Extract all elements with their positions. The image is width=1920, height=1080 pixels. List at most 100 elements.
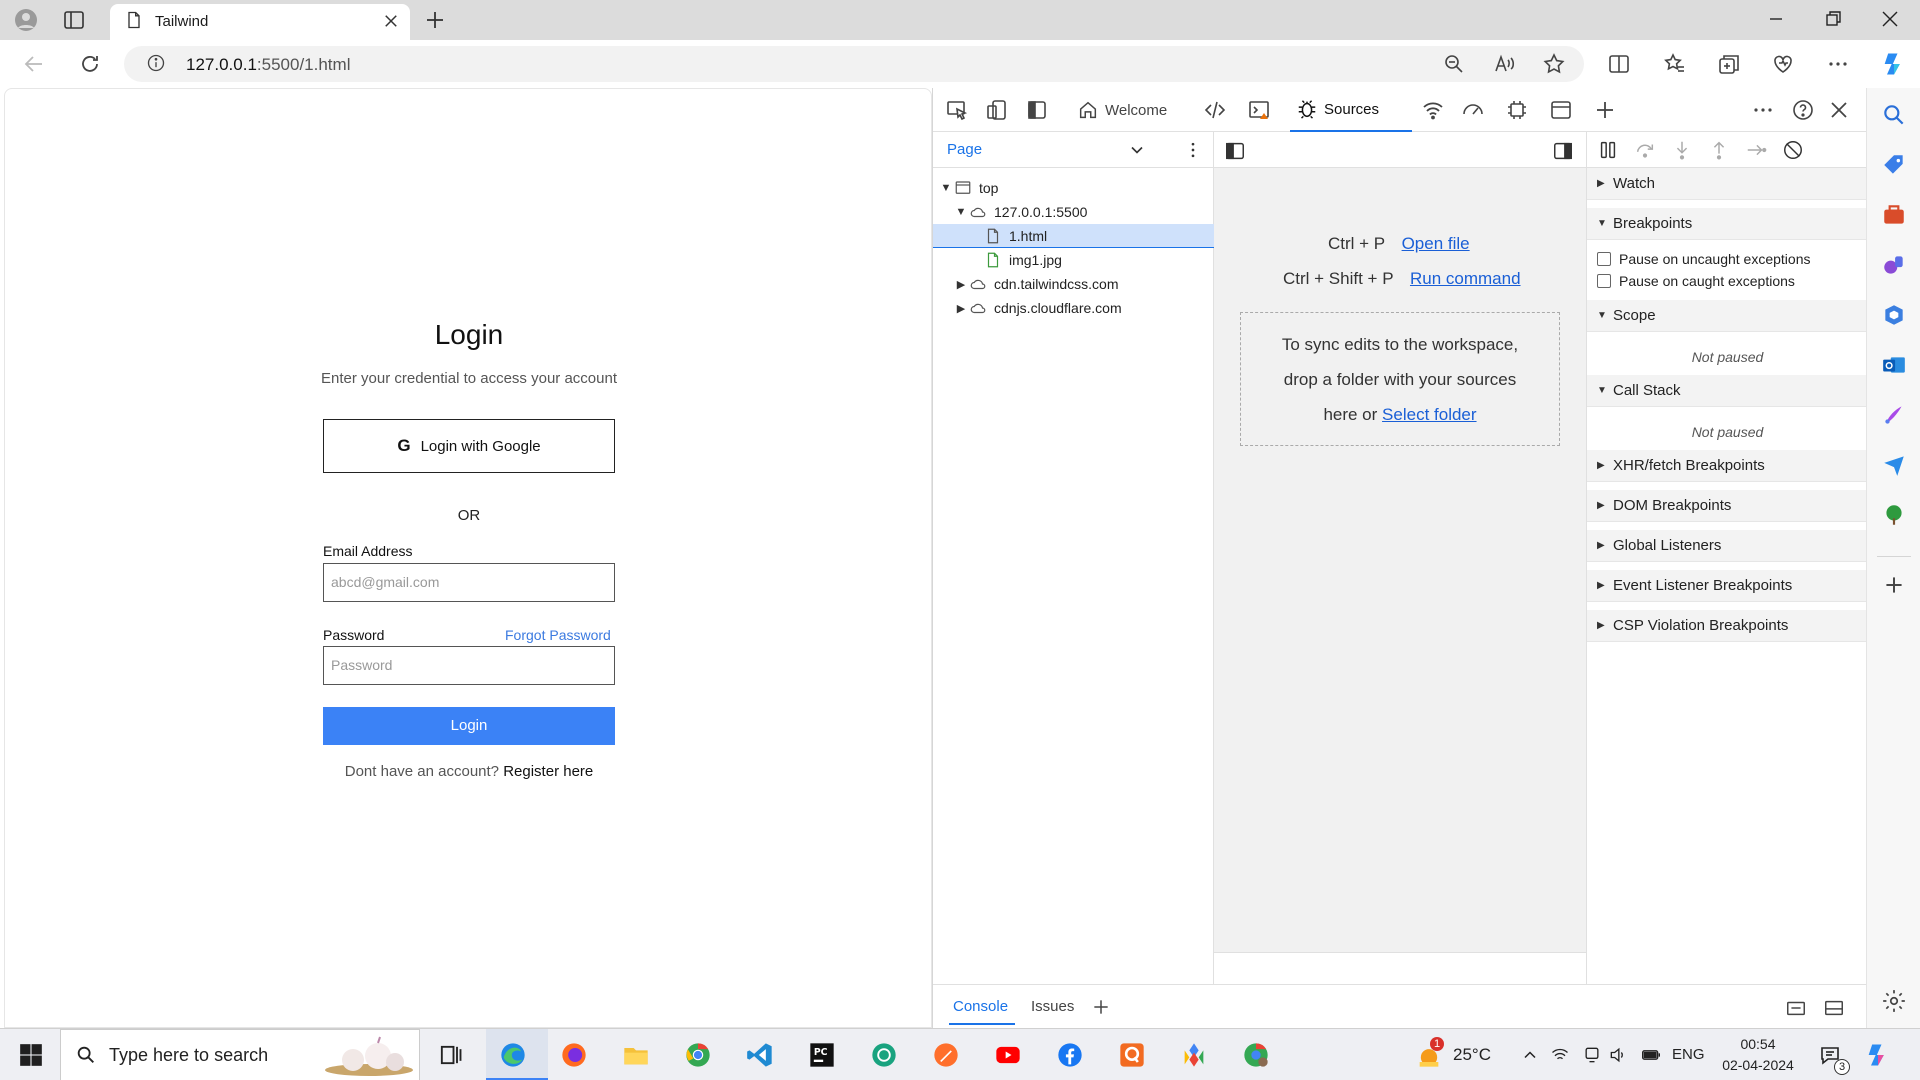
dock-side-icon[interactable] bbox=[1025, 98, 1049, 122]
register-link[interactable]: Register here bbox=[503, 763, 593, 780]
expand-right-icon[interactable]: ▶ bbox=[954, 302, 968, 315]
microsoft-365-icon[interactable] bbox=[1881, 302, 1907, 328]
close-devtools-icon[interactable] bbox=[1827, 98, 1851, 122]
step-over-icon[interactable] bbox=[1634, 139, 1656, 161]
xhr-breakpoints-section[interactable]: ▶ XHR/fetch Breakpoints bbox=[1587, 450, 1868, 482]
designer-icon[interactable] bbox=[1881, 402, 1907, 428]
task-view-icon[interactable] bbox=[436, 1041, 464, 1069]
breakpoints-section[interactable]: ▼ Breakpoints bbox=[1587, 208, 1868, 240]
chrome-profile-icon[interactable] bbox=[1242, 1041, 1270, 1069]
expand-down-icon[interactable]: ▼ bbox=[954, 206, 968, 218]
more-tools-plus-icon[interactable] bbox=[1593, 98, 1617, 122]
tab-sources[interactable]: Sources bbox=[1290, 88, 1412, 132]
toggle-debugger-icon[interactable] bbox=[1552, 140, 1574, 162]
forgot-password-link[interactable]: Forgot Password bbox=[505, 627, 611, 643]
tab-actions-icon[interactable] bbox=[62, 8, 86, 32]
step-out-icon[interactable] bbox=[1708, 139, 1730, 161]
taskbar-search-box[interactable]: Type here to search bbox=[60, 1029, 420, 1080]
login-button[interactable]: Login bbox=[323, 707, 615, 745]
tools-icon[interactable] bbox=[1881, 202, 1907, 228]
tree-item[interactable]: ▼ top bbox=[933, 176, 1214, 200]
clock[interactable]: 00:54 02-04-2024 bbox=[1716, 1034, 1800, 1076]
pause-uncaught-option[interactable]: Pause on uncaught exceptions bbox=[1597, 251, 1810, 267]
chrome-icon[interactable] bbox=[684, 1041, 712, 1069]
pause-caught-option[interactable]: Pause on caught exceptions bbox=[1597, 273, 1795, 289]
event-listener-breakpoints-section[interactable]: ▶ Event Listener Breakpoints bbox=[1587, 570, 1868, 602]
device-icon[interactable] bbox=[1582, 1045, 1602, 1065]
favorites-icon[interactable] bbox=[1663, 52, 1687, 76]
tree-item[interactable]: 1.html bbox=[933, 224, 1214, 248]
deactivate-breakpoints-icon[interactable] bbox=[1782, 139, 1804, 161]
watch-section[interactable]: ▶ Watch bbox=[1587, 168, 1868, 200]
site-info-icon[interactable] bbox=[146, 53, 166, 73]
chevron-up-icon[interactable] bbox=[1520, 1045, 1540, 1065]
tree-item[interactable]: ▶ cdn.tailwindcss.com bbox=[933, 272, 1214, 296]
close-window-icon[interactable] bbox=[1878, 7, 1902, 31]
google-login-button[interactable]: G Login with Google bbox=[323, 419, 615, 473]
pause-caught-checkbox[interactable] bbox=[1597, 274, 1611, 288]
facebook-icon[interactable] bbox=[1056, 1041, 1084, 1069]
expand-down-icon[interactable]: ▼ bbox=[939, 182, 953, 194]
firefox-icon[interactable] bbox=[560, 1041, 588, 1069]
new-tab-icon[interactable] bbox=[423, 8, 447, 32]
sidebar-settings-gear-icon[interactable] bbox=[1881, 988, 1907, 1014]
youtube-icon[interactable] bbox=[994, 1041, 1022, 1069]
scope-section[interactable]: ▼ Scope bbox=[1587, 300, 1868, 332]
performance-tab-icon[interactable] bbox=[1461, 98, 1485, 122]
wifi-icon[interactable] bbox=[1550, 1045, 1570, 1065]
workspace-drop-zone[interactable]: To sync edits to the workspace, drop a f… bbox=[1240, 312, 1560, 446]
copilot-taskbar-icon[interactable] bbox=[1864, 1041, 1892, 1069]
collections-icon[interactable] bbox=[1717, 52, 1741, 76]
elements-tab-icon[interactable] bbox=[1203, 98, 1227, 122]
tree-item[interactable]: ▼ 127.0.0.1:5500 bbox=[933, 200, 1214, 224]
step-into-icon[interactable] bbox=[1671, 139, 1693, 161]
call-stack-section[interactable]: ▼ Call Stack bbox=[1587, 375, 1868, 407]
minimize-icon[interactable] bbox=[1764, 7, 1788, 31]
select-folder-link[interactable]: Select folder bbox=[1382, 405, 1477, 424]
navigator-page-tab[interactable]: Page bbox=[947, 141, 982, 158]
refresh-icon[interactable] bbox=[78, 52, 102, 76]
tree-item[interactable]: ▶ cdnjs.cloudflare.com bbox=[933, 296, 1214, 320]
drawer-tab-console[interactable]: Console bbox=[953, 998, 1008, 1015]
games-icon[interactable] bbox=[1881, 252, 1907, 278]
profile-icon[interactable] bbox=[14, 8, 38, 32]
drop-icon[interactable] bbox=[1881, 452, 1907, 478]
csp-violation-breakpoints-section[interactable]: ▶ CSP Violation Breakpoints bbox=[1587, 610, 1868, 642]
vscode-icon[interactable] bbox=[746, 1041, 774, 1069]
edge-browser-icon[interactable] bbox=[499, 1041, 527, 1069]
pause-uncaught-checkbox[interactable] bbox=[1597, 252, 1611, 266]
zoom-icon[interactable] bbox=[1442, 52, 1466, 76]
url-field[interactable]: 127.0.0.1:5500/1.html bbox=[124, 46, 1584, 82]
favorite-star-icon[interactable] bbox=[1542, 52, 1566, 76]
dom-breakpoints-section[interactable]: ▶ DOM Breakpoints bbox=[1587, 490, 1868, 522]
dock-drawer-icon[interactable] bbox=[1823, 997, 1845, 1019]
chevron-down-icon[interactable] bbox=[1127, 140, 1147, 160]
copilot-icon[interactable] bbox=[1880, 50, 1908, 78]
file-explorer-icon[interactable] bbox=[622, 1041, 650, 1069]
active-tab[interactable]: Tailwind bbox=[110, 4, 410, 40]
drawing-app-icon[interactable] bbox=[932, 1041, 960, 1069]
outlook-icon[interactable] bbox=[1881, 352, 1907, 378]
run-command-link[interactable]: Run command bbox=[1410, 269, 1521, 288]
help-icon[interactable] bbox=[1791, 98, 1815, 122]
search-icon[interactable] bbox=[1881, 102, 1907, 128]
add-drawer-tab-icon[interactable] bbox=[1091, 997, 1111, 1017]
inspect-element-icon[interactable] bbox=[945, 98, 969, 122]
email-input[interactable]: abcd@gmail.com bbox=[323, 563, 615, 602]
console-tab-icon[interactable] bbox=[1247, 98, 1271, 122]
global-listeners-section[interactable]: ▶ Global Listeners bbox=[1587, 530, 1868, 562]
battery-icon[interactable] bbox=[1640, 1045, 1662, 1065]
quick-view-icon[interactable] bbox=[1785, 997, 1807, 1019]
back-icon[interactable] bbox=[22, 52, 46, 76]
volume-icon[interactable] bbox=[1608, 1045, 1628, 1065]
memory-tab-icon[interactable] bbox=[1505, 98, 1529, 122]
tab-welcome[interactable]: Welcome bbox=[1077, 88, 1167, 132]
toggle-navigator-icon[interactable] bbox=[1224, 140, 1246, 162]
devtools-more-icon[interactable] bbox=[1751, 98, 1775, 122]
read-aloud-icon[interactable] bbox=[1492, 52, 1516, 76]
open-file-link[interactable]: Open file bbox=[1402, 234, 1470, 253]
pause-icon[interactable] bbox=[1597, 139, 1619, 161]
password-input[interactable]: Password bbox=[323, 646, 615, 685]
chatgpt-icon[interactable] bbox=[870, 1041, 898, 1069]
shopping-icon[interactable] bbox=[1881, 152, 1907, 178]
